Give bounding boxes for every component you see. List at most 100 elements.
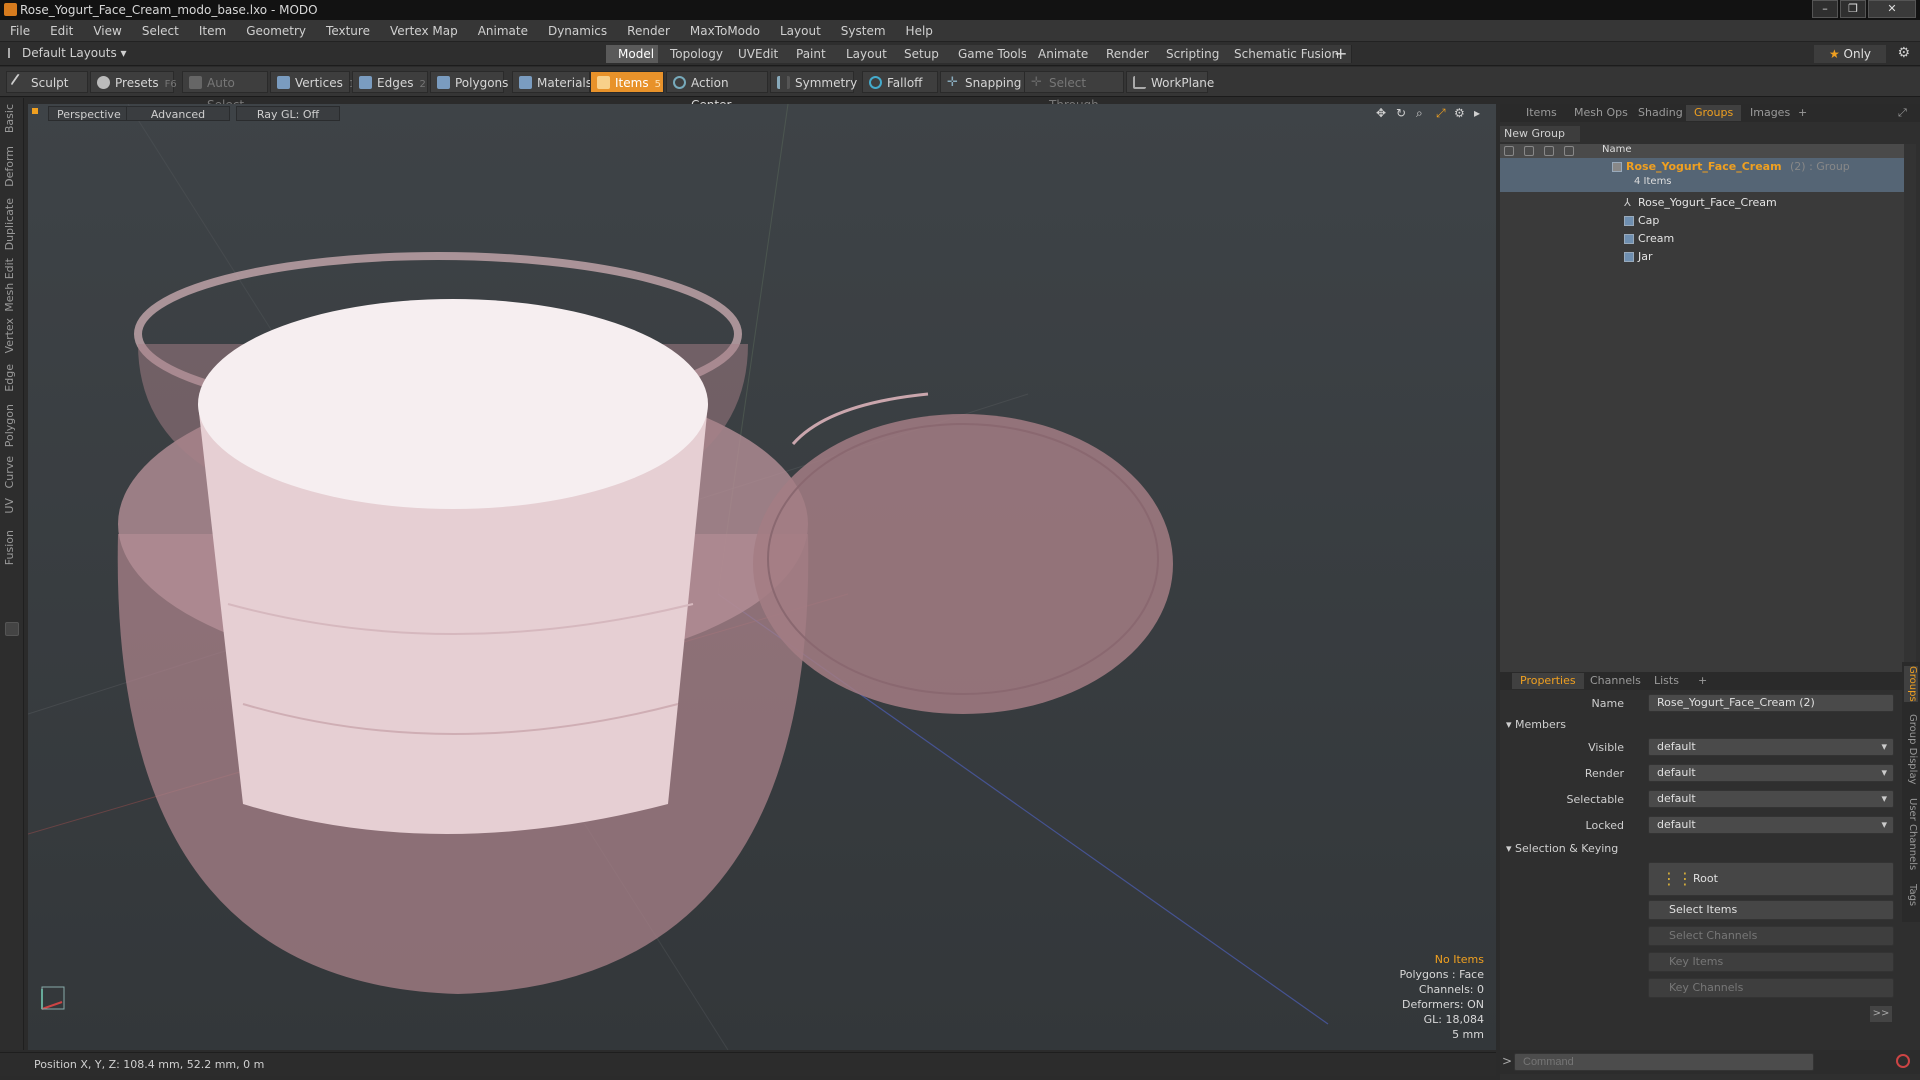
maximize-button[interactable]: ❐ — [1840, 0, 1866, 18]
locked-select[interactable]: default — [1648, 816, 1894, 834]
lefttab-uv[interactable]: UV — [3, 498, 21, 514]
render-column-icon[interactable] — [1524, 146, 1534, 156]
tab-mesh-ops[interactable]: Mesh Ops — [1566, 105, 1636, 121]
pan-icon[interactable]: ✥ — [1376, 106, 1386, 120]
workplane-button[interactable]: WorkPlane — [1126, 71, 1214, 93]
root-button[interactable]: ⋮⋮ Root — [1648, 862, 1894, 896]
name-field[interactable]: Rose_Yogurt_Face_Cream (2) — [1648, 694, 1894, 712]
falloff-button[interactable]: Falloff — [862, 71, 938, 93]
rotate-icon[interactable]: ↻ — [1396, 106, 1406, 120]
menu-layout[interactable]: Layout — [770, 24, 831, 38]
tab-animate[interactable]: Animate — [1026, 45, 1102, 63]
menu-system[interactable]: System — [831, 24, 896, 38]
members-section[interactable]: ▾ Members — [1506, 718, 1566, 731]
snapping-button[interactable]: ✛ Snapping — [940, 71, 1026, 93]
new-group-button[interactable]: New Group — [1500, 126, 1580, 142]
sidetab-tags[interactable]: Tags — [1904, 884, 1918, 906]
lock-column-icon[interactable] — [1544, 146, 1554, 156]
menu-file[interactable]: File — [0, 24, 40, 38]
tab-topology[interactable]: Topology — [658, 45, 736, 63]
only-button[interactable]: ★ Only — [1814, 45, 1886, 63]
menu-animate[interactable]: Animate — [468, 24, 538, 38]
minimize-button[interactable]: – — [1812, 0, 1838, 18]
more-button[interactable]: >> — [1870, 1006, 1892, 1022]
sculpt-button[interactable]: Sculpt — [6, 71, 88, 93]
close-button[interactable]: ✕ — [1868, 0, 1916, 18]
sidetab-group-display[interactable]: Group Display — [1904, 714, 1918, 784]
visibility-column-icon[interactable] — [1504, 146, 1514, 156]
selection-keying-section[interactable]: ▾ Selection & Keying — [1506, 842, 1618, 855]
symmetry-button[interactable]: Symmetry — [770, 71, 857, 93]
tab-shading[interactable]: Shading — [1630, 105, 1691, 121]
select-items-button[interactable]: Select Items — [1648, 900, 1894, 920]
menu-vertex-map[interactable]: Vertex Map — [380, 24, 468, 38]
tab-layout[interactable]: Layout — [834, 45, 900, 63]
tree-row-group[interactable]: Rose_Yogurt_Face_Cream (2) : Group 4 Ite… — [1500, 158, 1904, 192]
select-through-button[interactable]: ✛Select Through — [1024, 71, 1124, 112]
menu-select[interactable]: Select — [132, 24, 189, 38]
left-panel-toggle-icon[interactable] — [5, 622, 19, 636]
lefttab-edge[interactable]: Edge — [3, 364, 21, 392]
add-properties-tab-button[interactable]: + — [1690, 673, 1715, 689]
polygons-button[interactable]: Polygons — [430, 71, 508, 93]
add-tab-button[interactable]: + — [1334, 44, 1347, 63]
presets-button[interactable]: Presets F6 — [90, 71, 177, 93]
select-column-icon[interactable] — [1564, 146, 1574, 156]
tab-paint[interactable]: Paint — [784, 45, 839, 63]
tab-scripting[interactable]: Scripting — [1154, 45, 1233, 63]
vertices-button[interactable]: Vertices1 — [270, 71, 355, 93]
command-history-icon[interactable] — [1896, 1054, 1910, 1068]
menu-item[interactable]: Item — [189, 24, 236, 38]
sidetab-groups[interactable]: Groups — [1904, 666, 1918, 702]
items-button[interactable]: Items 5 — [590, 71, 664, 93]
tree-row[interactable]: Jar — [1500, 248, 1904, 266]
viewport-expand-icon[interactable]: ▸ — [1474, 106, 1480, 120]
selectable-select[interactable]: default — [1648, 790, 1894, 808]
menu-maxtomodo[interactable]: MaxToModo — [680, 24, 770, 38]
tab-render[interactable]: Render — [1094, 45, 1162, 63]
tab-setup[interactable]: Setup — [892, 45, 952, 63]
menu-edit[interactable]: Edit — [40, 24, 83, 38]
action-center-button[interactable]: Action Center — [666, 71, 768, 112]
3d-viewport[interactable]: No Items Polygons : Face Channels: 0 Def… — [28, 104, 1496, 1050]
panel-expand-icon[interactable]: ⤢ — [1890, 105, 1915, 121]
command-input[interactable] — [1514, 1053, 1814, 1071]
tab-items[interactable]: Items — [1518, 105, 1565, 121]
lefttab-fusion[interactable]: Fusion — [3, 530, 21, 565]
visible-select[interactable]: default — [1648, 738, 1894, 756]
auto-select-button[interactable]: Auto Select — [182, 71, 268, 112]
tab-schematic-fusion[interactable]: Schematic Fusion — [1222, 45, 1353, 63]
materials-button[interactable]: Materials — [512, 71, 592, 93]
viewport-settings-icon[interactable]: ⚙ — [1454, 106, 1465, 120]
select-channels-button[interactable]: Select Channels — [1648, 926, 1894, 946]
menu-view[interactable]: View — [83, 24, 131, 38]
lefttab-vertex[interactable]: Vertex — [3, 318, 21, 353]
menu-geometry[interactable]: Geometry — [236, 24, 316, 38]
menu-dynamics[interactable]: Dynamics — [538, 24, 617, 38]
zoom-icon[interactable]: ⌕ — [1416, 106, 1423, 121]
lefttab-curve[interactable]: Curve — [3, 456, 21, 488]
viewport-menu-icon[interactable] — [32, 108, 38, 114]
tree-row[interactable]: Cap — [1500, 212, 1904, 230]
lefttab-mesh-edit[interactable]: Mesh Edit — [3, 258, 21, 312]
tree-scrollbar[interactable] — [1904, 144, 1916, 672]
gear-icon[interactable]: ⚙ — [1897, 45, 1910, 61]
tree-row[interactable]: Cream — [1500, 230, 1904, 248]
pin-icon[interactable] — [8, 48, 16, 58]
fit-icon[interactable]: ⤢ — [1436, 106, 1446, 121]
edges-button[interactable]: Edges 2 — [352, 71, 428, 93]
tab-properties[interactable]: Properties — [1512, 673, 1584, 689]
menu-texture[interactable]: Texture — [316, 24, 380, 38]
sidetab-user-channels[interactable]: User Channels — [1904, 798, 1918, 870]
lefttab-polygon[interactable]: Polygon — [3, 404, 21, 447]
tab-channels[interactable]: Channels — [1582, 673, 1649, 689]
tab-uvedit[interactable]: UVEdit — [726, 45, 792, 63]
key-items-button[interactable]: Key Items — [1648, 952, 1894, 972]
menu-help[interactable]: Help — [896, 24, 943, 38]
add-panel-tab-button[interactable]: + — [1790, 105, 1815, 121]
menu-render[interactable]: Render — [617, 24, 680, 38]
lefttab-deform[interactable]: Deform — [3, 146, 21, 187]
shading-button[interactable]: Advanced — [126, 106, 230, 121]
tab-groups[interactable]: Groups — [1686, 105, 1742, 121]
tab-lists[interactable]: Lists — [1646, 673, 1687, 689]
